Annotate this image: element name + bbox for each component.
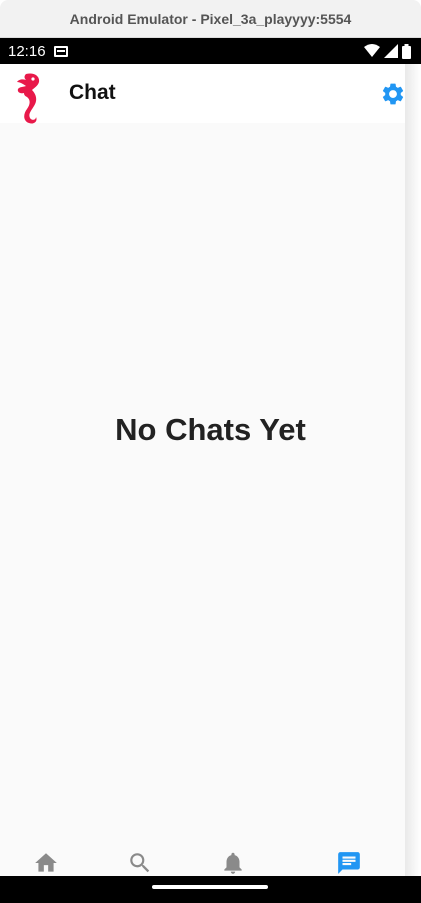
seahorse-logo-icon <box>17 73 40 124</box>
status-bar: 12:16 <box>0 38 421 64</box>
notification-icon <box>53 45 68 57</box>
bell-icon[interactable] <box>220 850 246 876</box>
empty-state-message: No Chats Yet <box>115 412 306 447</box>
window-title: Android Emulator - Pixel_3a_playyyy:5554 <box>69 10 352 27</box>
chat-icon[interactable] <box>336 850 362 876</box>
cell-signal-icon <box>384 44 398 58</box>
wifi-icon <box>364 44 380 57</box>
home-gesture-handle[interactable] <box>152 885 268 889</box>
window-titlebar: Android Emulator - Pixel_3a_playyyy:5554 <box>0 0 421 38</box>
status-time: 12:16 <box>8 42 46 60</box>
app-bar: Chat <box>0 64 406 124</box>
gesture-navigation-bar <box>0 876 421 903</box>
home-icon[interactable] <box>33 850 59 876</box>
side-shadow <box>405 64 421 876</box>
status-indicators <box>364 43 411 59</box>
device-frame: 12:16 Chat <box>0 38 421 903</box>
page-title: Chat <box>69 81 116 104</box>
search-icon[interactable] <box>127 850 153 876</box>
app-screen: Chat <box>0 64 406 900</box>
gear-icon[interactable] <box>380 81 406 107</box>
battery-icon <box>402 43 411 59</box>
